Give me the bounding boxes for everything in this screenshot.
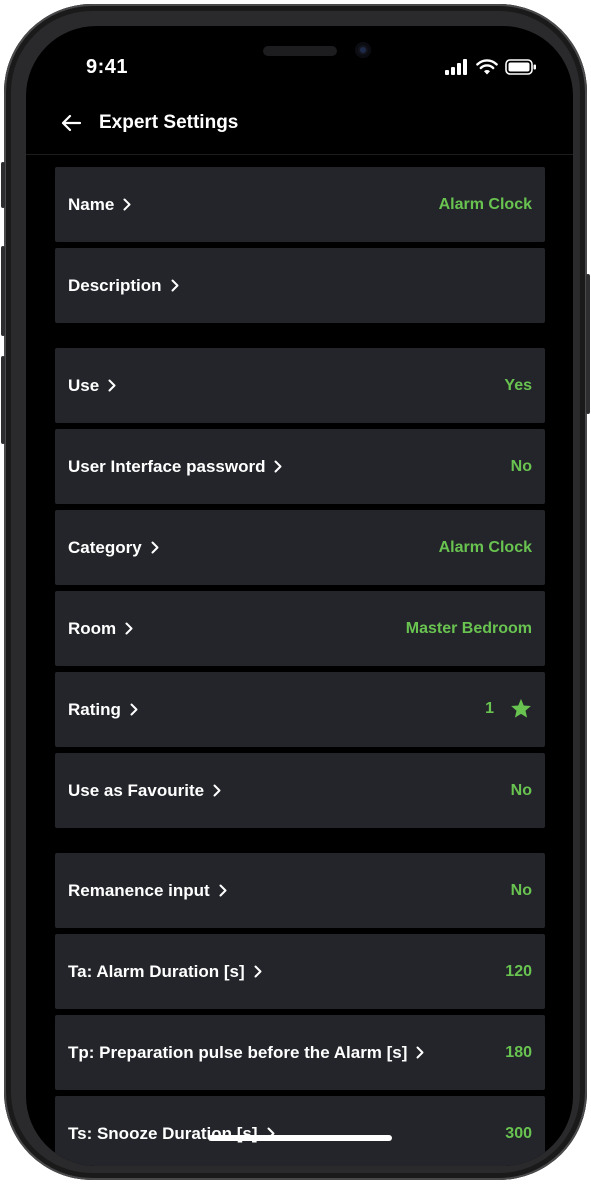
- star-icon: [511, 698, 531, 718]
- setting-label: Tp: Preparation pulse before the Alarm […: [68, 1043, 424, 1063]
- wifi-icon: [476, 59, 498, 75]
- side-button: [586, 274, 590, 414]
- setting-label: Description: [68, 276, 179, 296]
- volume-down-button: [1, 356, 5, 444]
- chevron-right-icon: [130, 703, 138, 716]
- phone-frame: 9:41 Expert Settings Name Alarm Clock De…: [1, 4, 590, 1180]
- front-camera-icon: [355, 42, 371, 58]
- setting-row-remanence[interactable]: Remanence input No: [55, 853, 545, 928]
- chevron-right-icon: [125, 622, 133, 635]
- setting-value: No: [510, 458, 532, 475]
- mute-switch: [1, 162, 5, 208]
- chevron-right-icon: [416, 1046, 424, 1059]
- setting-label: Ts: Snooze Duration [s]: [68, 1124, 275, 1144]
- setting-label: Use as Favourite: [68, 781, 221, 801]
- setting-value: Master Bedroom: [405, 620, 532, 637]
- setting-row-preparation-pulse[interactable]: Tp: Preparation pulse before the Alarm […: [55, 1015, 545, 1090]
- setting-label: Remanence input: [68, 881, 227, 901]
- setting-label: Rating: [68, 700, 138, 720]
- setting-label: Name: [68, 195, 131, 215]
- chevron-right-icon: [219, 884, 227, 897]
- setting-row-snooze-duration[interactable]: Ts: Snooze Duration [s] 300: [55, 1096, 545, 1166]
- signal-icon: [445, 59, 467, 75]
- setting-row-favourite[interactable]: Use as Favourite No: [55, 753, 545, 828]
- chevron-right-icon: [171, 279, 179, 292]
- setting-label: Room: [68, 619, 133, 639]
- setting-label: Use: [68, 376, 116, 396]
- setting-row-category[interactable]: Category Alarm Clock: [55, 510, 545, 585]
- rating-number: 1: [485, 699, 494, 717]
- setting-value: No: [510, 782, 532, 799]
- screen: 9:41 Expert Settings Name Alarm Clock De…: [26, 26, 573, 1166]
- battery-icon: [505, 59, 536, 75]
- chevron-right-icon: [108, 379, 116, 392]
- setting-value: 180: [505, 1044, 532, 1061]
- chevron-right-icon: [213, 784, 221, 797]
- setting-label: User Interface password: [68, 457, 282, 477]
- setting-value: 120: [505, 963, 532, 980]
- setting-value: 300: [505, 1125, 532, 1142]
- back-arrow-icon[interactable]: [60, 112, 82, 134]
- rating-value: 1: [485, 698, 532, 719]
- setting-label: Category: [68, 538, 159, 558]
- setting-row-use[interactable]: Use Yes: [55, 348, 545, 423]
- setting-row-name[interactable]: Name Alarm Clock: [55, 167, 545, 242]
- setting-row-ui-password[interactable]: User Interface password No: [55, 429, 545, 504]
- volume-up-button: [1, 246, 5, 336]
- settings-list: Name Alarm Clock Description Use Yes Use…: [55, 167, 545, 1166]
- setting-value: No: [510, 882, 532, 899]
- status-time: 9:41: [86, 56, 129, 78]
- chevron-right-icon: [151, 541, 159, 554]
- setting-value: Alarm Clock: [438, 196, 532, 213]
- setting-row-room[interactable]: Room Master Bedroom: [55, 591, 545, 666]
- app-header: Expert Settings: [26, 96, 573, 155]
- setting-row-description[interactable]: Description: [55, 248, 545, 323]
- home-indicator[interactable]: [208, 1135, 392, 1141]
- speaker-grille: [263, 46, 337, 56]
- chevron-right-icon: [254, 965, 262, 978]
- status-icons: [445, 59, 537, 75]
- page-title: Expert Settings: [99, 112, 239, 133]
- setting-row-alarm-duration[interactable]: Ta: Alarm Duration [s] 120: [55, 934, 545, 1009]
- setting-value: Yes: [504, 377, 532, 394]
- setting-row-rating[interactable]: Rating 1: [55, 672, 545, 747]
- chevron-right-icon: [123, 198, 131, 211]
- chevron-right-icon: [274, 460, 282, 473]
- setting-label: Ta: Alarm Duration [s]: [68, 962, 262, 982]
- setting-value: Alarm Clock: [438, 539, 532, 556]
